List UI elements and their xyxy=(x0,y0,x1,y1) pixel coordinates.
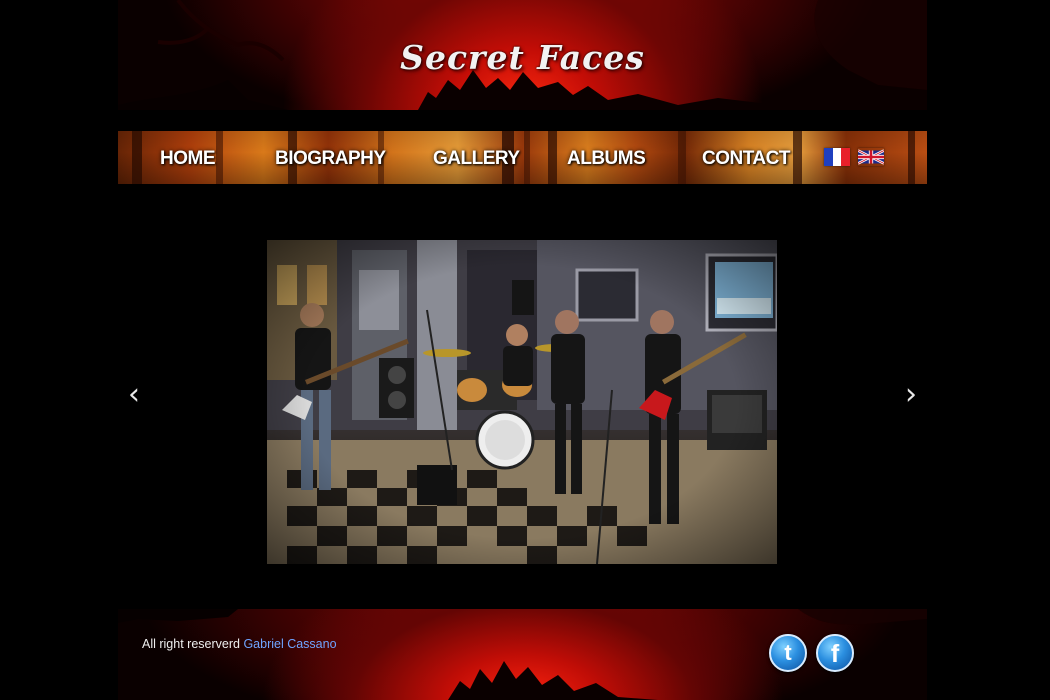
site-logo[interactable]: Secret Faces xyxy=(118,38,927,77)
site-header: Secret Faces xyxy=(118,0,927,110)
nav-item-albums[interactable]: ALBUMS xyxy=(567,147,646,171)
main-navigation: HOME BIOGRAPHY GALLERY ALBUMS CONTACT xyxy=(118,131,927,184)
page-container: Secret Faces HOME BIOGRAPHY GALLERY ALBU… xyxy=(118,0,927,700)
site-footer: All right reserverd Gabriel Cassano t f xyxy=(118,609,927,700)
french-flag-icon[interactable] xyxy=(824,148,850,166)
nav-item-home[interactable]: HOME xyxy=(160,147,216,171)
carousel-next-button[interactable]: › xyxy=(896,375,926,415)
nav-tree-background xyxy=(132,131,915,184)
photo-carousel: ‹ › xyxy=(118,240,927,564)
facebook-icon[interactable]: f xyxy=(816,634,854,672)
nav-item-biography[interactable]: BIOGRAPHY xyxy=(275,147,386,171)
nav-item-gallery[interactable]: GALLERY xyxy=(433,147,520,171)
twitter-icon[interactable]: t xyxy=(769,634,807,672)
author-link[interactable]: Gabriel Cassano xyxy=(243,637,336,651)
copyright-text: All right reserverd Gabriel Cassano xyxy=(142,637,337,651)
carousel-prev-button[interactable]: ‹ xyxy=(119,375,149,415)
nav-item-contact[interactable]: CONTACT xyxy=(702,147,790,171)
uk-flag-icon[interactable] xyxy=(858,148,884,166)
copyright-prefix: All right reserverd xyxy=(142,637,240,651)
band-photo xyxy=(267,240,777,564)
carousel-slide-image xyxy=(267,240,777,564)
